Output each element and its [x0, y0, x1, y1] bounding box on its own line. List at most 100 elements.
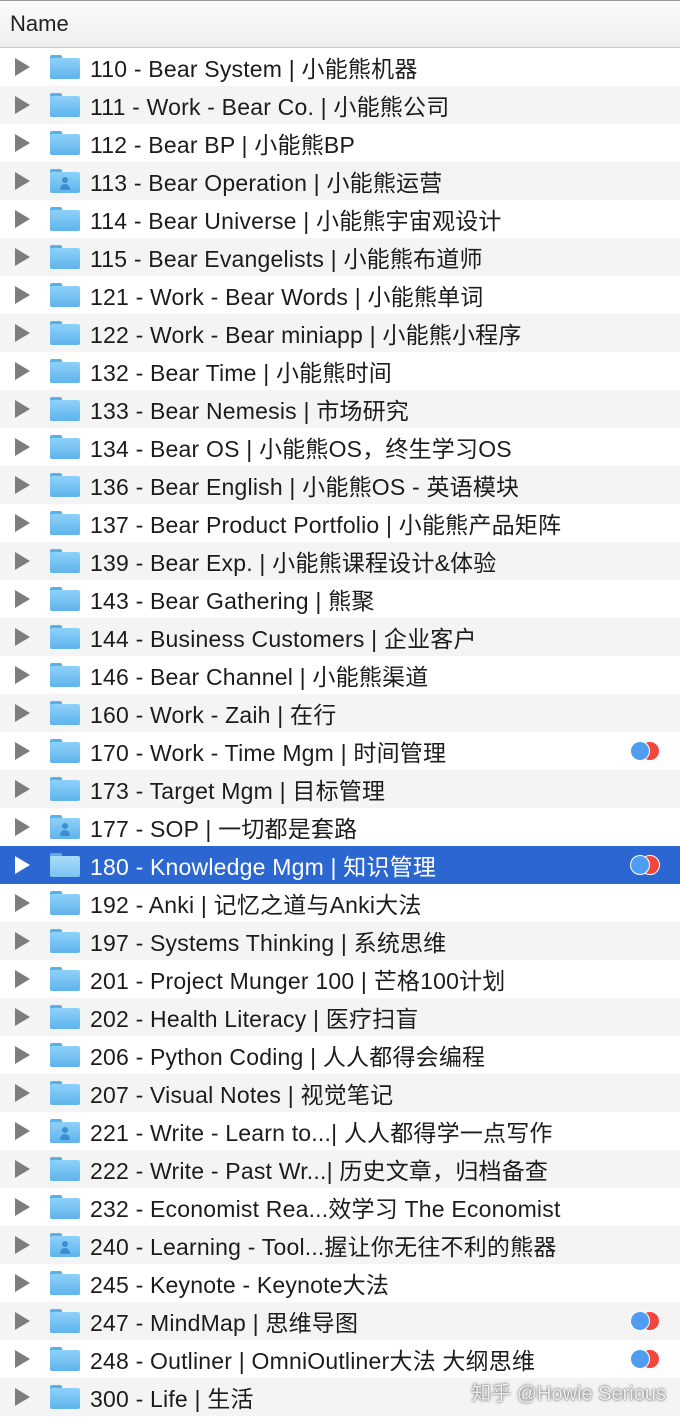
disclosure-triangle-icon[interactable]	[15, 1350, 30, 1368]
disclosure-triangle-icon[interactable]	[15, 400, 30, 418]
disclosure-triangle-icon[interactable]	[15, 552, 30, 570]
folder-name: 122 - Work - Bear miniapp | 小能熊小程序	[90, 322, 522, 348]
list-item[interactable]: 134 - Bear OS | 小能熊OS，终生学习OS	[0, 428, 680, 466]
folder-icon	[50, 283, 80, 307]
disclosure-triangle-icon[interactable]	[15, 514, 30, 532]
disclosure-triangle-icon[interactable]	[15, 590, 30, 608]
disclosure-triangle-icon[interactable]	[15, 1122, 30, 1140]
disclosure-triangle-icon[interactable]	[15, 970, 30, 988]
list-item[interactable]: 245 - Keynote - Keynote大法	[0, 1264, 680, 1302]
list-item[interactable]: 122 - Work - Bear miniapp | 小能熊小程序	[0, 314, 680, 352]
folder-name: 144 - Business Customers | 企业客户	[90, 626, 477, 652]
disclosure-triangle-icon[interactable]	[15, 58, 30, 76]
folder-name: 136 - Bear English | 小能熊OS - 英语模块	[90, 474, 520, 500]
folder-name: 114 - Bear Universe | 小能熊宇宙观设计	[90, 208, 502, 234]
disclosure-triangle-icon[interactable]	[15, 780, 30, 798]
list-item[interactable]: 143 - Bear Gathering | 熊聚	[0, 580, 680, 618]
disclosure-triangle-icon[interactable]	[15, 932, 30, 950]
list-item[interactable]: 113 - Bear Operation | 小能熊运营	[0, 162, 680, 200]
folder-name: 121 - Work - Bear Words | 小能熊单词	[90, 284, 484, 310]
list-item[interactable]: 115 - Bear Evangelists | 小能熊布道师	[0, 238, 680, 276]
disclosure-triangle-icon[interactable]	[15, 248, 30, 266]
list-item[interactable]: 232 - Economist Rea...效学习 The Economist	[0, 1188, 680, 1226]
list-item[interactable]: 202 - Health Literacy | 医疗扫盲	[0, 998, 680, 1036]
list-item[interactable]: 111 - Work - Bear Co. | 小能熊公司	[0, 86, 680, 124]
color-tags	[630, 1311, 662, 1331]
list-item[interactable]: 133 - Bear Nemesis | 市场研究	[0, 390, 680, 428]
disclosure-triangle-icon[interactable]	[15, 172, 30, 190]
disclosure-triangle-icon[interactable]	[15, 324, 30, 342]
folder-icon	[50, 929, 80, 953]
folder-icon	[50, 473, 80, 497]
disclosure-triangle-icon[interactable]	[15, 210, 30, 228]
list-item[interactable]: 136 - Bear English | 小能熊OS - 英语模块	[0, 466, 680, 504]
list-item[interactable]: 132 - Bear Time | 小能熊时间	[0, 352, 680, 390]
disclosure-triangle-icon[interactable]	[15, 666, 30, 684]
disclosure-triangle-icon[interactable]	[15, 286, 30, 304]
folder-name: 206 - Python Coding | 人人都得会编程	[90, 1044, 486, 1070]
color-tags	[630, 1349, 662, 1369]
disclosure-triangle-icon[interactable]	[15, 476, 30, 494]
disclosure-triangle-icon[interactable]	[15, 1236, 30, 1254]
folder-name: 143 - Bear Gathering | 熊聚	[90, 588, 375, 614]
list-item[interactable]: 207 - Visual Notes | 视觉笔记	[0, 1074, 680, 1112]
list-item[interactable]: 206 - Python Coding | 人人都得会编程	[0, 1036, 680, 1074]
list-item[interactable]: 197 - Systems Thinking | 系统思维	[0, 922, 680, 960]
disclosure-triangle-icon[interactable]	[15, 362, 30, 380]
list-item[interactable]: 121 - Work - Bear Words | 小能熊单词	[0, 276, 680, 314]
disclosure-triangle-icon[interactable]	[15, 818, 30, 836]
folder-icon	[50, 1347, 80, 1371]
folder-name: 240 - Learning - Tool...握让你无往不利的熊器	[90, 1234, 557, 1260]
folder-icon	[50, 891, 80, 915]
list-item[interactable]: 248 - Outliner | OmniOutliner大法 大纲思维	[0, 1340, 680, 1378]
folder-name: 160 - Work - Zaih | 在行	[90, 702, 337, 728]
disclosure-triangle-icon[interactable]	[15, 628, 30, 646]
disclosure-triangle-icon[interactable]	[15, 1388, 30, 1406]
list-item[interactable]: 240 - Learning - Tool...握让你无往不利的熊器	[0, 1226, 680, 1264]
list-item[interactable]: 110 - Bear System | 小能熊机器	[0, 48, 680, 86]
disclosure-triangle-icon[interactable]	[15, 438, 30, 456]
list-item[interactable]: 139 - Bear Exp. | 小能熊课程设计&体验	[0, 542, 680, 580]
disclosure-triangle-icon[interactable]	[15, 704, 30, 722]
list-item[interactable]: 160 - Work - Zaih | 在行	[0, 694, 680, 732]
list-item[interactable]: 114 - Bear Universe | 小能熊宇宙观设计	[0, 200, 680, 238]
disclosure-triangle-icon[interactable]	[15, 1274, 30, 1292]
list-item[interactable]: 201 - Project Munger 100 | 芒格100计划	[0, 960, 680, 998]
disclosure-triangle-icon[interactable]	[15, 1008, 30, 1026]
disclosure-triangle-icon[interactable]	[15, 856, 30, 874]
shared-folder-icon	[50, 815, 80, 839]
disclosure-triangle-icon[interactable]	[15, 96, 30, 114]
folder-name: 207 - Visual Notes | 视觉笔记	[90, 1082, 394, 1108]
list-item[interactable]: 112 - Bear BP | 小能熊BP	[0, 124, 680, 162]
folder-name: 115 - Bear Evangelists | 小能熊布道师	[90, 246, 483, 272]
column-header-name[interactable]: Name	[0, 0, 680, 48]
tag-blue-icon	[630, 1311, 650, 1331]
list-item[interactable]: 144 - Business Customers | 企业客户	[0, 618, 680, 656]
list-item[interactable]: 192 - Anki | 记忆之道与Anki大法	[0, 884, 680, 922]
list-item[interactable]: 137 - Bear Product Portfolio | 小能熊产品矩阵	[0, 504, 680, 542]
disclosure-triangle-icon[interactable]	[15, 1160, 30, 1178]
folder-icon	[50, 359, 80, 383]
folder-icon	[50, 131, 80, 155]
disclosure-triangle-icon[interactable]	[15, 1046, 30, 1064]
folder-name: 232 - Economist Rea...效学习 The Economist	[90, 1196, 561, 1222]
disclosure-triangle-icon[interactable]	[15, 1312, 30, 1330]
list-item[interactable]: 170 - Work - Time Mgm | 时间管理	[0, 732, 680, 770]
list-item[interactable]: 177 - SOP | 一切都是套路	[0, 808, 680, 846]
disclosure-triangle-icon[interactable]	[15, 894, 30, 912]
folder-name: 146 - Bear Channel | 小能熊渠道	[90, 664, 429, 690]
list-item[interactable]: 180 - Knowledge Mgm | 知识管理	[0, 846, 680, 884]
disclosure-triangle-icon[interactable]	[15, 1084, 30, 1102]
folder-icon	[50, 663, 80, 687]
list-item[interactable]: 222 - Write - Past Wr...| 历史文章，归档备查	[0, 1150, 680, 1188]
folder-icon	[50, 1195, 80, 1219]
folder-name: 197 - Systems Thinking | 系统思维	[90, 930, 447, 956]
list-item[interactable]: 247 - MindMap | 思维导图	[0, 1302, 680, 1340]
list-item[interactable]: 221 - Write - Learn to...| 人人都得学一点写作	[0, 1112, 680, 1150]
folder-name: 177 - SOP | 一切都是套路	[90, 816, 358, 842]
disclosure-triangle-icon[interactable]	[15, 134, 30, 152]
disclosure-triangle-icon[interactable]	[15, 1198, 30, 1216]
disclosure-triangle-icon[interactable]	[15, 742, 30, 760]
list-item[interactable]: 173 - Target Mgm | 目标管理	[0, 770, 680, 808]
list-item[interactable]: 146 - Bear Channel | 小能熊渠道	[0, 656, 680, 694]
